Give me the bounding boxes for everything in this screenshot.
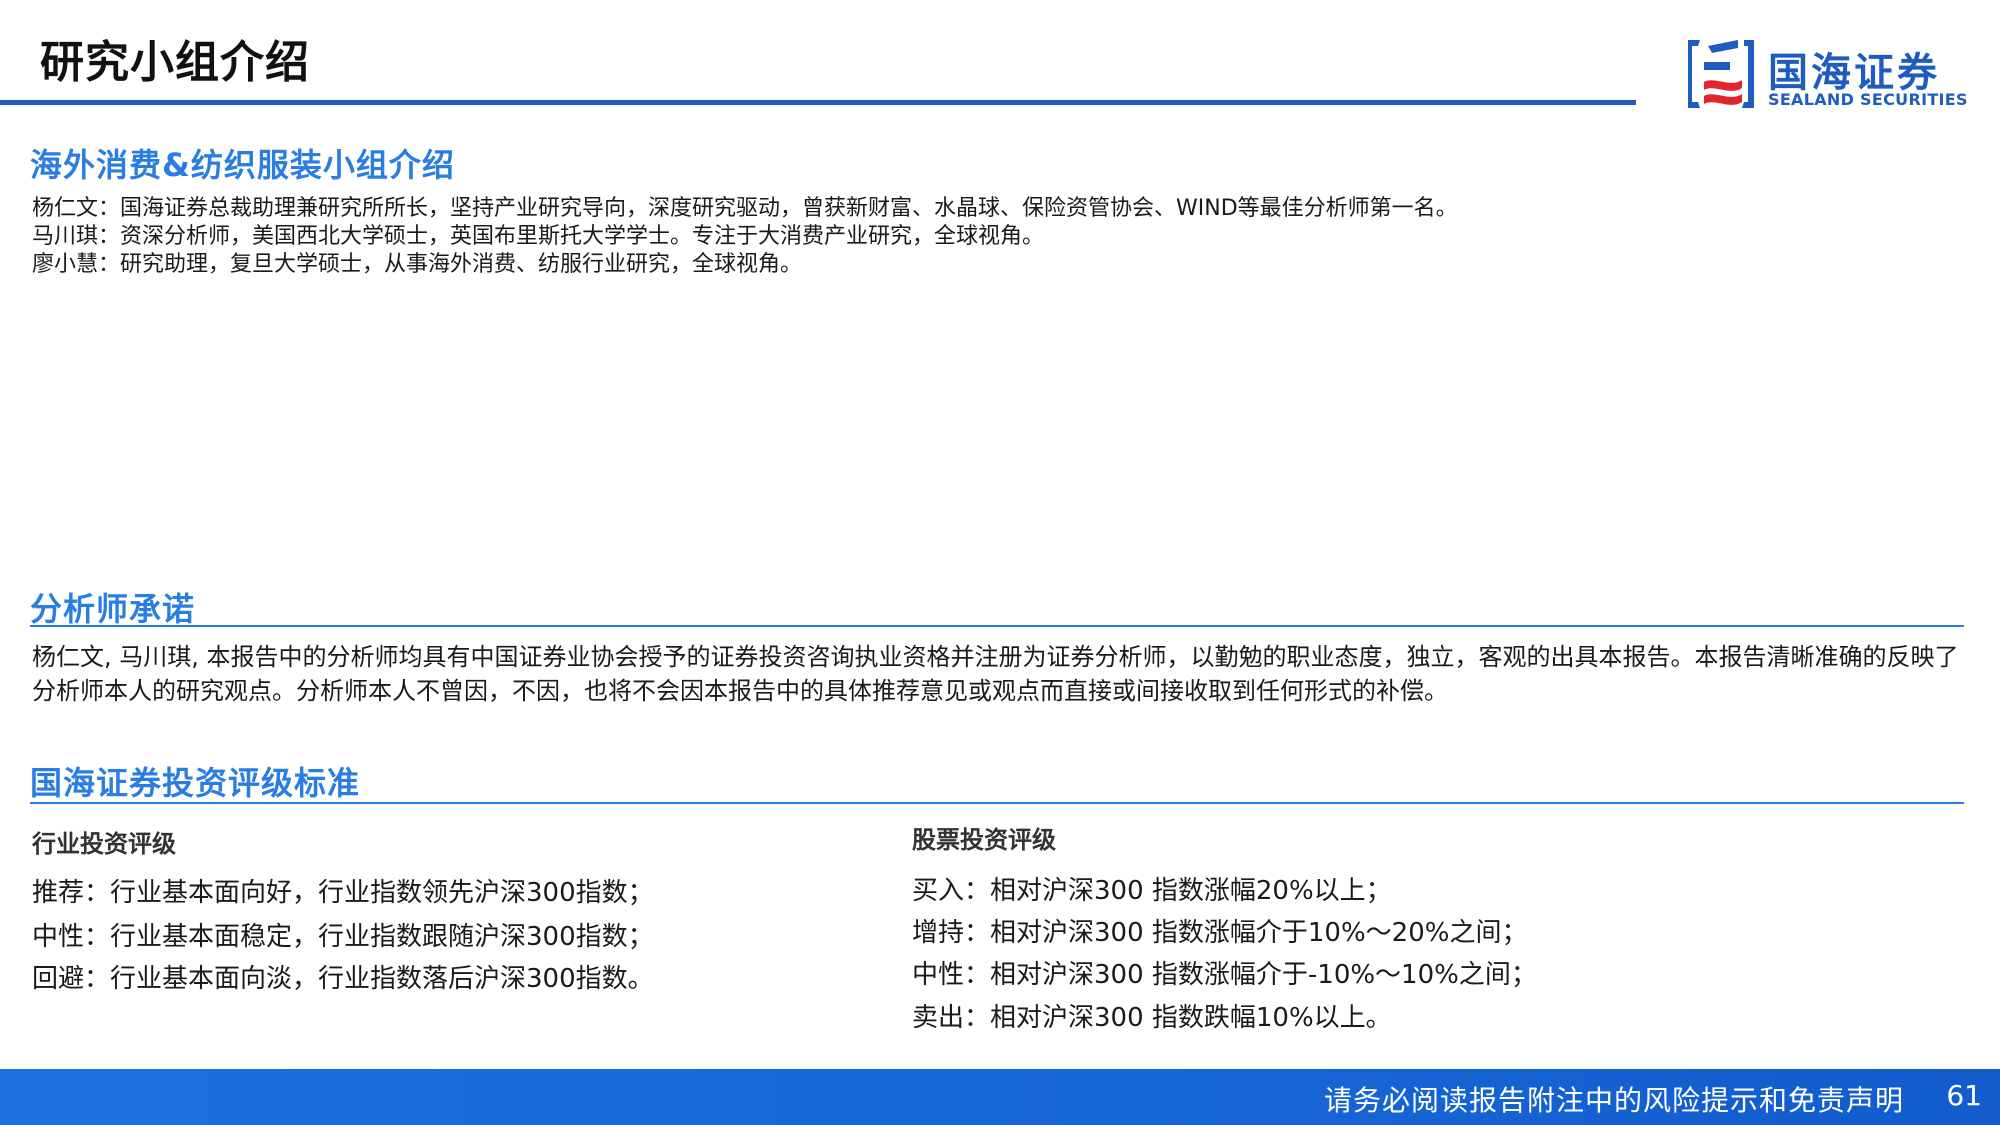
team-section-title: 海外消费&纺织服装小组介绍 — [30, 146, 455, 184]
commitment-section-title: 分析师承诺 — [30, 590, 196, 628]
stock-rating-item: 增持：相对沪深300 指数涨幅介于10%～20%之间； — [912, 918, 1528, 948]
team-member-2: 马川琪：资深分析师，美国西北大学硕士，英国布里斯托大学学士。专注于大消费产业研究… — [32, 224, 1045, 249]
team-member-1: 杨仁文：国海证券总裁助理兼研究所所长，坚持产业研究导向，深度研究驱动，曾获新财富… — [32, 196, 1458, 221]
commitment-section-divider — [30, 625, 1964, 627]
footer-bar: 请务必阅读报告附注中的风险提示和免责声明 61 — [0, 1069, 2000, 1125]
rating-section-title: 国海证券投资评级标准 — [30, 764, 361, 802]
stock-rating-item: 卖出：相对沪深300 指数跌幅10%以上。 — [912, 1003, 1392, 1033]
team-member-3: 廖小慧：研究助理，复旦大学硕士，从事海外消费、纺服行业研究，全球视角。 — [32, 252, 803, 277]
page-number: 61 — [1946, 1079, 1982, 1112]
stock-rating-item: 中性：相对沪深300 指数涨幅介于-10%～10%之间； — [912, 960, 1537, 990]
industry-rating-item: 中性：行业基本面稳定，行业指数跟随沪深300指数； — [32, 922, 654, 952]
company-logo: 国海证券 SEALAND SECURITIES — [1682, 36, 1968, 112]
industry-rating-heading: 行业投资评级 — [32, 830, 176, 858]
footer-disclaimer: 请务必阅读报告附注中的风险提示和免责声明 — [1323, 1084, 1904, 1117]
header-divider — [0, 100, 1636, 105]
industry-rating-item: 回避：行业基本面向淡，行业指数落后沪深300指数。 — [32, 964, 654, 994]
sealand-logo-icon — [1688, 40, 1754, 108]
commitment-text: 杨仁文, 马川琪, 本报告中的分析师均具有中国证券业协会授予的证券投资咨询执业资… — [32, 643, 1959, 705]
stock-rating-heading: 股票投资评级 — [912, 826, 1056, 854]
stock-rating-item: 买入：相对沪深300 指数涨幅20%以上； — [912, 876, 1392, 906]
rating-section-divider — [30, 802, 1964, 804]
page-title: 研究小组介绍 — [40, 37, 310, 88]
industry-rating-item: 推荐：行业基本面向好，行业指数领先沪深300指数； — [32, 878, 654, 908]
logo-name-en: SEALAND SECURITIES — [1768, 90, 1968, 109]
